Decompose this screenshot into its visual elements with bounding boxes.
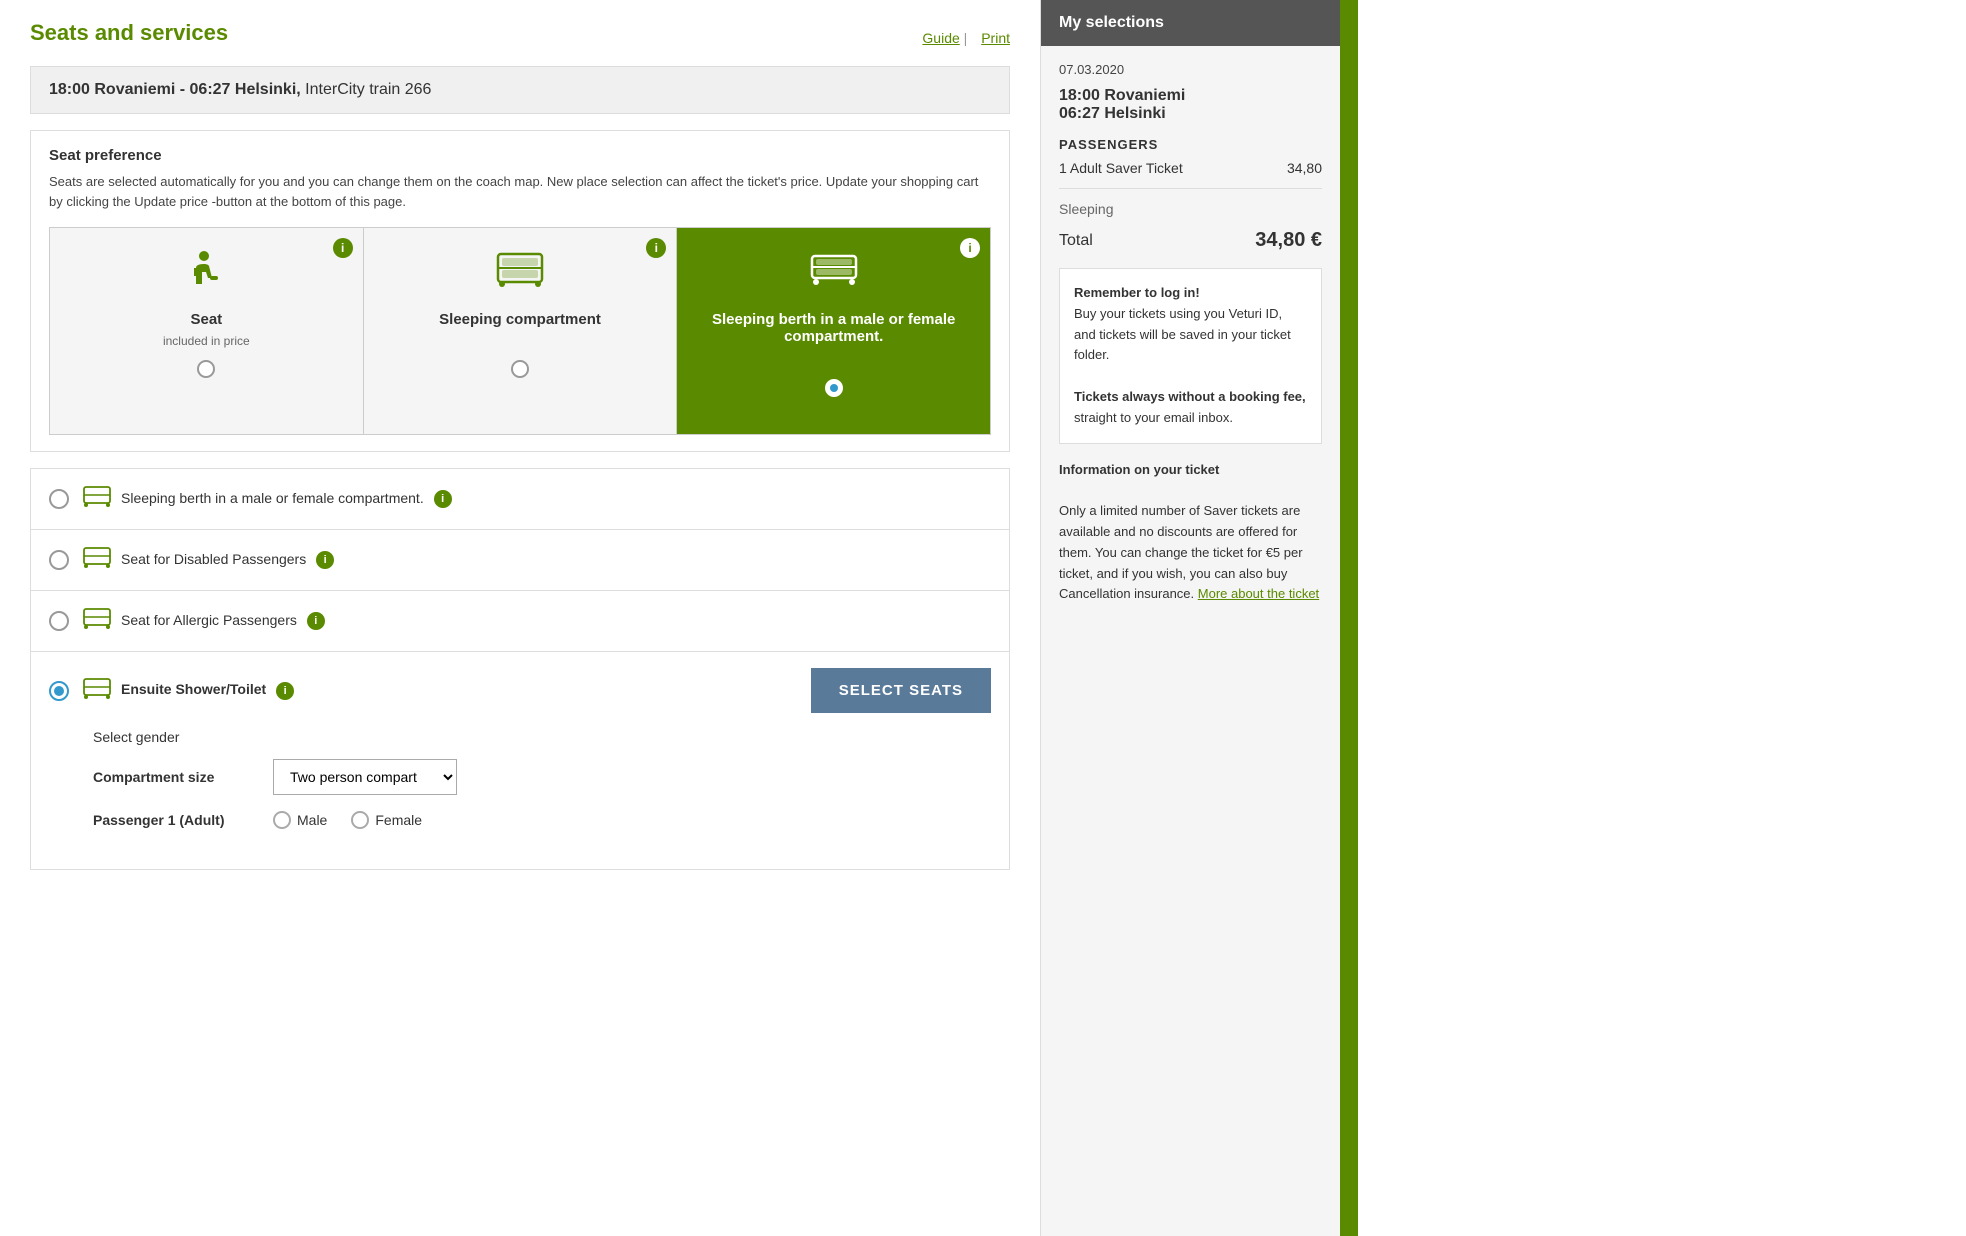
tooltip-arrow [824, 404, 844, 416]
green-accent-bar [1340, 0, 1358, 1236]
allergic-label: Seat for Allergic Passengers i [121, 612, 991, 630]
sleeping-compartment-icon [378, 246, 663, 303]
seat-preference-desc: Seats are selected automatically for you… [49, 172, 991, 211]
sidebar-passenger-price: 34,80 [1287, 160, 1322, 176]
sidebar-total-label: Total [1059, 232, 1093, 250]
sleeping-berth-radio[interactable] [825, 379, 843, 397]
arrival-time: 06:27 [190, 81, 231, 98]
sidebar-divider1 [1059, 188, 1322, 189]
gender-female-label: Female [375, 812, 422, 828]
option-card-sleeping-compartment[interactable]: i Sleeping compartment [364, 228, 678, 434]
allergic-info[interactable]: i [307, 612, 325, 630]
seat-radio[interactable] [197, 360, 215, 378]
info-title: Information on your ticket [1059, 462, 1219, 477]
sidebar-route-line2: 06:27 Helsinki [1059, 105, 1322, 123]
gender-female-option[interactable]: Female [351, 811, 422, 829]
gender-male-radio[interactable] [273, 811, 291, 829]
info-link[interactable]: More about the ticket [1198, 586, 1319, 601]
sleeping-compartment-info-icon[interactable]: i [646, 238, 666, 258]
ensuite-expanded-details: Select gender Compartment size Two perso… [49, 713, 991, 853]
promo1-bold: Remember to log in! [1074, 285, 1200, 300]
top-bar: Seats and services Guide | Print [30, 20, 1010, 56]
option-card-sleeping-berth[interactable]: i Sleeping berth in a male or female com… [677, 228, 990, 434]
train-name: InterCity train 266 [305, 81, 431, 98]
compartment-size-row: Compartment size Two person compart Thre… [93, 759, 991, 795]
sidebar-total-value: 34,80 € [1255, 229, 1322, 252]
sidebar-route-line1: 18:00 Rovaniemi [1059, 87, 1322, 105]
option-card-seat[interactable]: i Seat included in price [50, 228, 364, 434]
promo2-bold: Tickets always without a booking fee, [1074, 389, 1306, 404]
sleeping-compartment-label: Sleeping compartment [378, 311, 663, 328]
sleeping-berth-icon [691, 246, 976, 303]
sidebar-info-box: Information on your ticket Only a limite… [1059, 460, 1322, 620]
train-info-bar: 18:00 Rovaniemi - 06:27 Helsinki, InterC… [30, 66, 1010, 114]
ensuite-info[interactable]: i [276, 682, 294, 700]
sidebar-header: My selections [1041, 0, 1340, 46]
gender-male-option[interactable]: Male [273, 811, 327, 829]
departure-time: 18:00 [49, 81, 90, 98]
seat-info-icon[interactable]: i [333, 238, 353, 258]
sidebar-total-row: Total 34,80 € [1059, 229, 1322, 252]
print-link[interactable]: Print [981, 30, 1010, 46]
options-row: i Seat included in price i [49, 227, 991, 435]
gender-female-radio[interactable] [351, 811, 369, 829]
ensuite-label: Ensuite Shower/Toilet i [121, 681, 811, 699]
allergic-icon [83, 607, 111, 635]
service-item-disabled[interactable]: Seat for Disabled Passengers i [31, 530, 1009, 591]
sleeping-compartment-sublabel [378, 334, 663, 348]
page-title: Seats and services [30, 20, 228, 46]
sidebar-passenger-row: 1 Adult Saver Ticket 34,80 [1059, 160, 1322, 176]
disabled-icon [83, 546, 111, 574]
passenger-gender-row: Passenger 1 (Adult) Male Female [93, 811, 991, 829]
sidebar-body: 07.03.2020 18:00 Rovaniemi 06:27 Helsink… [1041, 46, 1340, 635]
sleeping-berth-list-info[interactable]: i [434, 490, 452, 508]
allergic-radio[interactable] [49, 611, 69, 631]
promo1-text: Buy your tickets using you Veturi ID, an… [1074, 306, 1291, 363]
ensuite-radio[interactable] [49, 681, 69, 701]
disabled-label: Seat for Disabled Passengers i [121, 551, 991, 569]
select-seats-button[interactable]: SELECT SEATS [811, 668, 991, 713]
sleeping-berth-info-icon[interactable]: i [960, 238, 980, 258]
sidebar-passengers-title: PASSENGERS [1059, 137, 1322, 152]
service-list: Sleeping berth in a male or female compa… [30, 468, 1010, 870]
departure-station: Rovaniemi [94, 81, 175, 98]
sleeping-berth-list-label: Sleeping berth in a male or female compa… [121, 490, 991, 508]
arrival-station: Helsinki, [235, 81, 301, 98]
service-item-ensuite[interactable]: Ensuite Shower/Toilet i SELECT SEATS Sel… [31, 652, 1009, 869]
sleeping-berth-list-radio[interactable] [49, 489, 69, 509]
sidebar-promo-box: Remember to log in! Buy your tickets usi… [1059, 268, 1322, 444]
sleeping-berth-list-icon [83, 485, 111, 513]
compartment-size-label: Compartment size [93, 769, 273, 785]
sleeping-berth-label: Sleeping berth in a male or female compa… [691, 311, 976, 345]
seat-preference-title: Seat preference [49, 147, 991, 164]
select-gender-label: Select gender [93, 729, 991, 745]
gender-male-label: Male [297, 812, 327, 828]
sidebar-sleeping: Sleeping [1059, 201, 1322, 217]
sidebar-passenger-label: 1 Adult Saver Ticket [1059, 160, 1183, 176]
ensuite-icon [83, 677, 111, 705]
service-item-sleeping-berth[interactable]: Sleeping berth in a male or female compa… [31, 469, 1009, 530]
sleeping-compartment-radio[interactable] [511, 360, 529, 378]
top-links: Guide | Print [912, 30, 1010, 46]
passenger-label: Passenger 1 (Adult) [93, 812, 273, 828]
seat-preference-section: Seat preference Seats are selected autom… [30, 130, 1010, 452]
seat-icon [64, 246, 349, 303]
sidebar-route: 18:00 Rovaniemi 06:27 Helsinki [1059, 87, 1322, 123]
seat-label: Seat [64, 311, 349, 328]
sidebar-date: 07.03.2020 [1059, 62, 1322, 77]
gender-options: Male Female [273, 811, 422, 829]
guide-link[interactable]: Guide [922, 30, 959, 46]
compartment-size-select[interactable]: Two person compart Three person compart [273, 759, 457, 795]
promo2-text: straight to your email inbox. [1074, 410, 1233, 425]
sidebar: My selections 07.03.2020 18:00 Rovaniemi… [1040, 0, 1340, 1236]
seat-sublabel: included in price [64, 334, 349, 348]
disabled-info[interactable]: i [316, 551, 334, 569]
service-item-allergic[interactable]: Seat for Allergic Passengers i [31, 591, 1009, 652]
disabled-radio[interactable] [49, 550, 69, 570]
